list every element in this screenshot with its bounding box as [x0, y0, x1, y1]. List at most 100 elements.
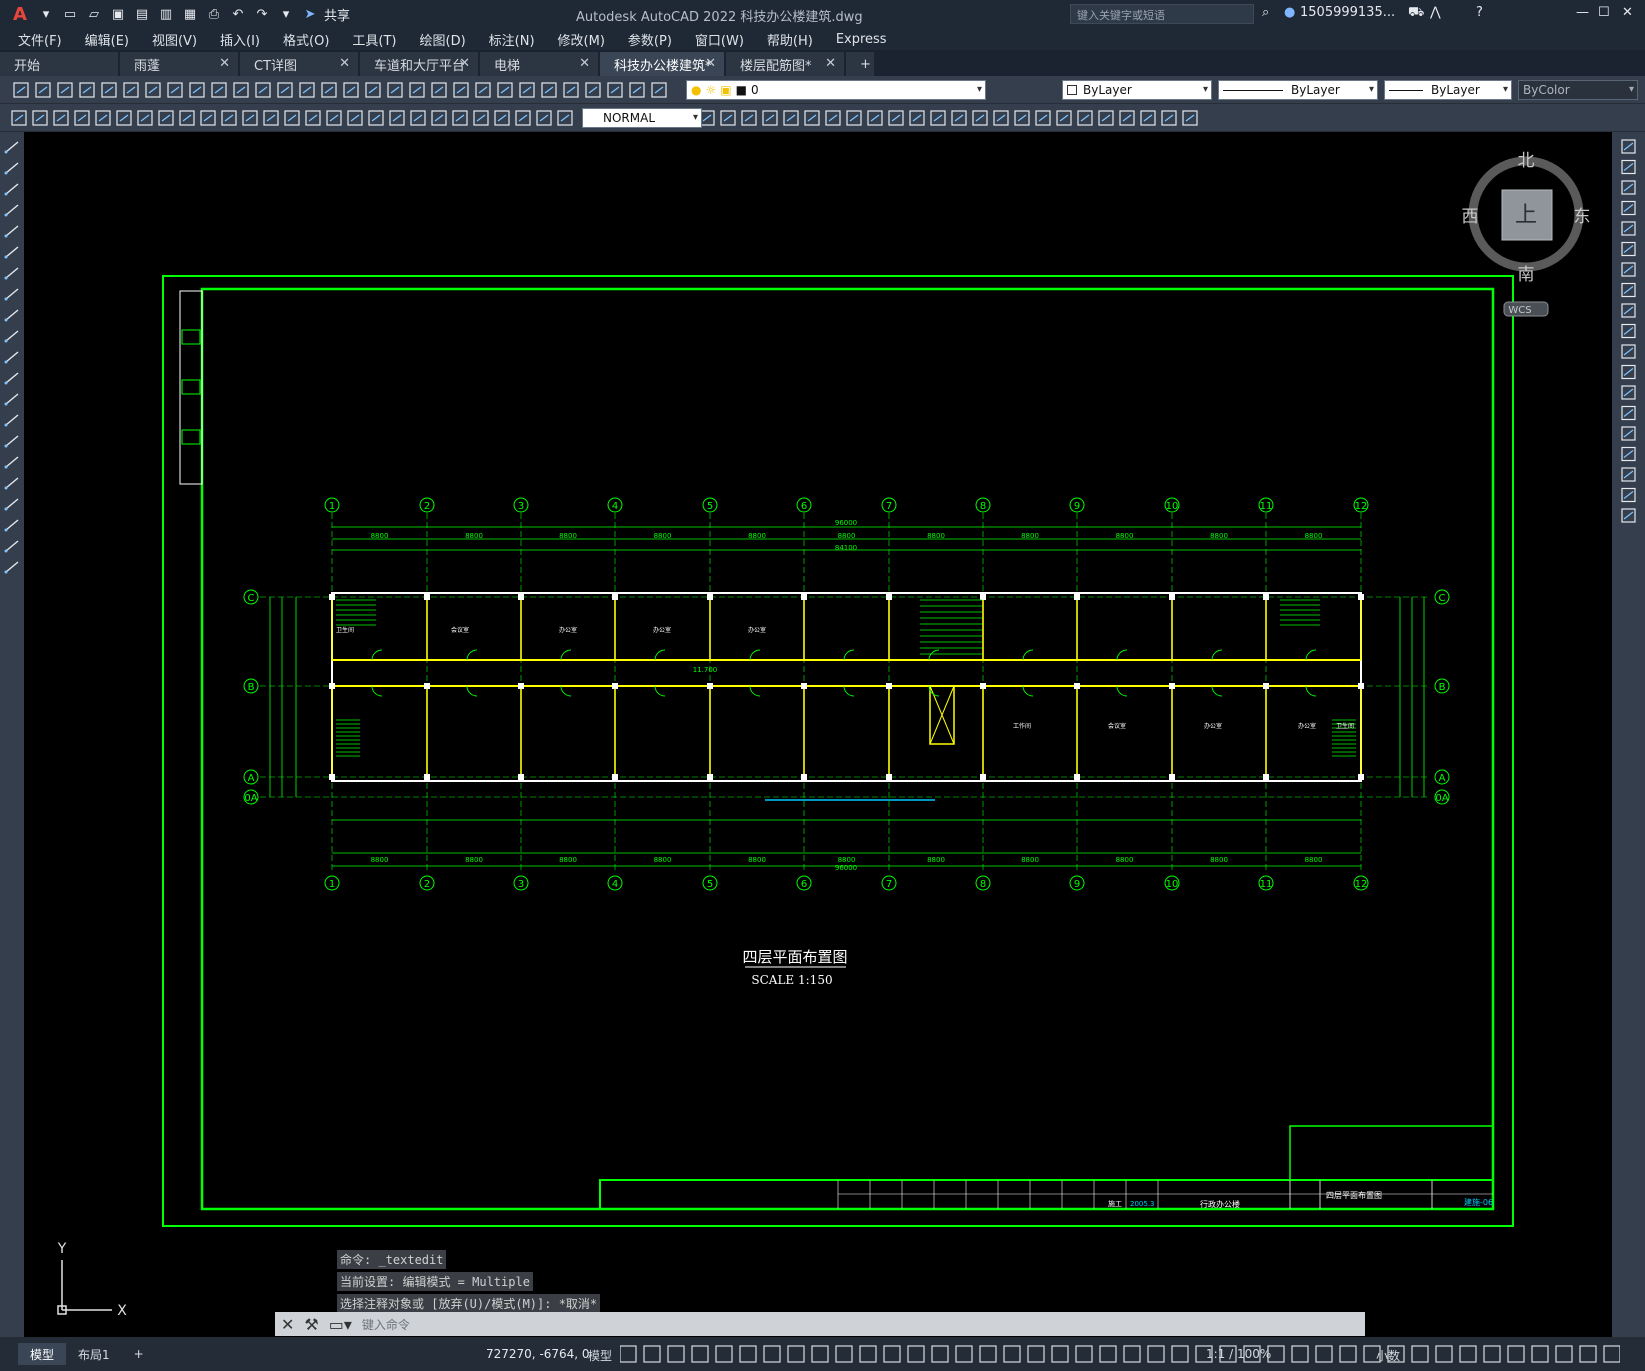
- toolbar-icon[interactable]: [888, 110, 904, 126]
- model-space-toggle[interactable]: 模型: [588, 1347, 612, 1364]
- autocad-logo-icon[interactable]: A: [8, 3, 32, 25]
- toolbar-icon[interactable]: [13, 82, 29, 98]
- toolbar-icon[interactable]: [452, 110, 468, 126]
- plot-icon[interactable]: ⎙: [204, 5, 224, 23]
- toolbar-icon[interactable]: [825, 110, 841, 126]
- viewcube-north[interactable]: 北: [1518, 151, 1535, 171]
- draw-tool-icon[interactable]: [5, 435, 19, 447]
- share-icon[interactable]: ➤: [300, 5, 320, 23]
- status-toggle-icon[interactable]: [1099, 1345, 1117, 1363]
- toolbar-icon[interactable]: [365, 82, 381, 98]
- status-toggle-icon[interactable]: [1123, 1345, 1141, 1363]
- toolbar-icon[interactable]: [74, 110, 90, 126]
- toolbar-icon[interactable]: [167, 82, 183, 98]
- toolbar-icon[interactable]: [741, 110, 757, 126]
- command-line[interactable]: ✕ ⚒ ▭▾ 键入命令: [275, 1312, 1365, 1336]
- status-toggle-icon[interactable]: [1171, 1345, 1189, 1363]
- draw-tool-icon[interactable]: [5, 519, 19, 531]
- status-toggle-icon[interactable]: [1051, 1345, 1069, 1363]
- toolbar-icon[interactable]: [347, 110, 363, 126]
- toolbar-icon[interactable]: [1077, 110, 1093, 126]
- toolbar-icon[interactable]: [11, 110, 27, 126]
- lineweight-dropdown[interactable]: ByLayer ▾: [1384, 80, 1512, 100]
- command-recent-icon[interactable]: ▭▾: [329, 1315, 352, 1334]
- toolbar-icon[interactable]: [475, 82, 491, 98]
- share-label[interactable]: 共享: [324, 5, 350, 24]
- status-toggle-icon[interactable]: [1603, 1345, 1620, 1363]
- status-toggle-icon[interactable]: [667, 1345, 685, 1363]
- status-toggle-icon[interactable]: [787, 1345, 805, 1363]
- toolbar-icon[interactable]: [79, 82, 95, 98]
- toolbar-icon[interactable]: [326, 110, 342, 126]
- menu-item-3[interactable]: 插入(I): [220, 30, 260, 49]
- toolbar-icon[interactable]: [57, 82, 73, 98]
- toolbar-icon[interactable]: [431, 110, 447, 126]
- cart-icon[interactable]: ⛟: [1408, 5, 1424, 22]
- layer-dropdown[interactable]: ● ☼ ▣ ■ 0 ▾: [686, 80, 986, 100]
- toolbar-icon[interactable]: [1140, 110, 1156, 126]
- menu-item-12[interactable]: Express: [836, 32, 887, 47]
- search-icon[interactable]: ⌕: [1262, 5, 1269, 20]
- viewcube-graphic[interactable]: 上 北 南 东 西 WCS: [1440, 150, 1591, 320]
- toolbar-icon[interactable]: [123, 82, 139, 98]
- menu-item-5[interactable]: 工具(T): [352, 30, 396, 49]
- units-display[interactable]: 小数: [1376, 1347, 1400, 1364]
- doc-tab-6[interactable]: 楼层配筋图* ✕: [726, 52, 844, 76]
- status-toggle-icon[interactable]: [1315, 1345, 1333, 1363]
- drawing-canvas[interactable]: 1 1 2 2 3 3 4 4 5 5 6 6 7 7 8 8 9 9 10 10 11 11 12 12 C C B B A A 0A 0A…: [24, 132, 1612, 1337]
- toolbar-icon[interactable]: [563, 82, 579, 98]
- toolbar-icon[interactable]: [389, 110, 405, 126]
- toolbar-icon[interactable]: [699, 110, 715, 126]
- draw-tool-icon[interactable]: [5, 330, 19, 342]
- toolbar-icon[interactable]: [211, 82, 227, 98]
- toolbar-icon[interactable]: [607, 82, 623, 98]
- status-toggle-icon[interactable]: [979, 1345, 997, 1363]
- draw-tool-icon[interactable]: [5, 540, 19, 552]
- draw-tool-icon[interactable]: [5, 372, 19, 384]
- toolbar-icon[interactable]: [221, 110, 237, 126]
- toolbar-icon[interactable]: [1014, 110, 1030, 126]
- maximize-icon[interactable]: ☐: [1598, 5, 1610, 20]
- menu-item-7[interactable]: 标注(N): [489, 30, 535, 49]
- save-as-icon[interactable]: ▤: [132, 5, 152, 23]
- new-file-icon[interactable]: ▭: [60, 5, 80, 23]
- coordinates-readout[interactable]: 727270, -6764, 0: [486, 1347, 590, 1361]
- doc-tab-5[interactable]: 科技办公楼建筑* ✕: [600, 52, 724, 76]
- status-toggle-icon[interactable]: [1147, 1345, 1165, 1363]
- standard-toolbar-icons[interactable]: [0, 76, 700, 104]
- draw-tool-icon[interactable]: [5, 288, 19, 300]
- plotstyle-dropdown[interactable]: ByColor ▾: [1518, 80, 1638, 100]
- color-dropdown[interactable]: ByLayer ▾: [1062, 80, 1212, 100]
- dimstyle-dropdown[interactable]: NORMAL ▾: [582, 108, 702, 128]
- toolbar-icon[interactable]: [305, 110, 321, 126]
- command-input[interactable]: 键入命令: [362, 1316, 410, 1333]
- autodesk-app-icon[interactable]: ⋀: [1430, 5, 1441, 20]
- toolbar-icon[interactable]: [519, 82, 535, 98]
- draw-tool-icon[interactable]: [5, 267, 19, 279]
- draw-tool-icon[interactable]: [5, 498, 19, 510]
- toolbar-icon[interactable]: [409, 82, 425, 98]
- toolbar-icon[interactable]: [494, 110, 510, 126]
- toolbar-icon[interactable]: [410, 110, 426, 126]
- draw-tool-icon[interactable]: [5, 225, 19, 237]
- doc-tab-1[interactable]: 雨蓬 ✕: [120, 52, 238, 76]
- status-toggle-icon[interactable]: [1483, 1345, 1501, 1363]
- toolbar-icon[interactable]: [1119, 110, 1135, 126]
- draw-tool-icon[interactable]: [5, 414, 19, 426]
- status-toggle-icon[interactable]: [1531, 1345, 1549, 1363]
- modify-toolbar-icons[interactable]: [1612, 132, 1645, 552]
- toolbar-icon[interactable]: [651, 82, 667, 98]
- annotation-scale[interactable]: 1:1 / 100%: [1206, 1347, 1271, 1361]
- toolbar-icon[interactable]: [909, 110, 925, 126]
- status-toggle-icon[interactable]: [1555, 1345, 1573, 1363]
- status-toggles[interactable]: [620, 1337, 1620, 1371]
- viewcube-south[interactable]: 南: [1518, 265, 1535, 285]
- toolbar-icon[interactable]: [368, 110, 384, 126]
- viewcube-west[interactable]: 西: [1462, 207, 1479, 227]
- toolbar-icon[interactable]: [993, 110, 1009, 126]
- toolbar-icon[interactable]: [497, 82, 513, 98]
- status-toggle-icon[interactable]: [1003, 1345, 1021, 1363]
- status-toggle-icon[interactable]: [811, 1345, 829, 1363]
- toolbar-icon[interactable]: [137, 110, 153, 126]
- toolbar-icon[interactable]: [1161, 110, 1177, 126]
